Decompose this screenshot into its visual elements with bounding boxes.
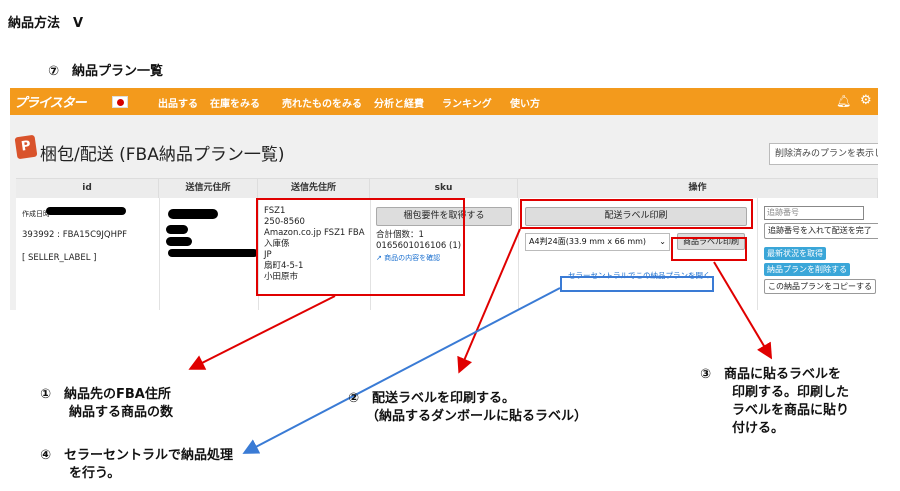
arrow-3 (713, 261, 773, 360)
annotation-4: ④ セラーセントラルで納品処理 を行う。 (40, 448, 234, 481)
arrow-2 (457, 228, 521, 374)
arrow-4 (242, 287, 561, 454)
arrow-1 (188, 295, 336, 370)
annotation-2: ② 配送ラベルを印刷する。 （納品するダンボールに貼るラベル） (348, 391, 588, 424)
annotation-3: ③ 商品に貼るラベルを 印刷する。印刷した ラベルを商品に貼り 付ける。 (700, 367, 850, 436)
annotation-1: ① 納品先のFBA住所 納品する商品の数 (40, 387, 174, 420)
